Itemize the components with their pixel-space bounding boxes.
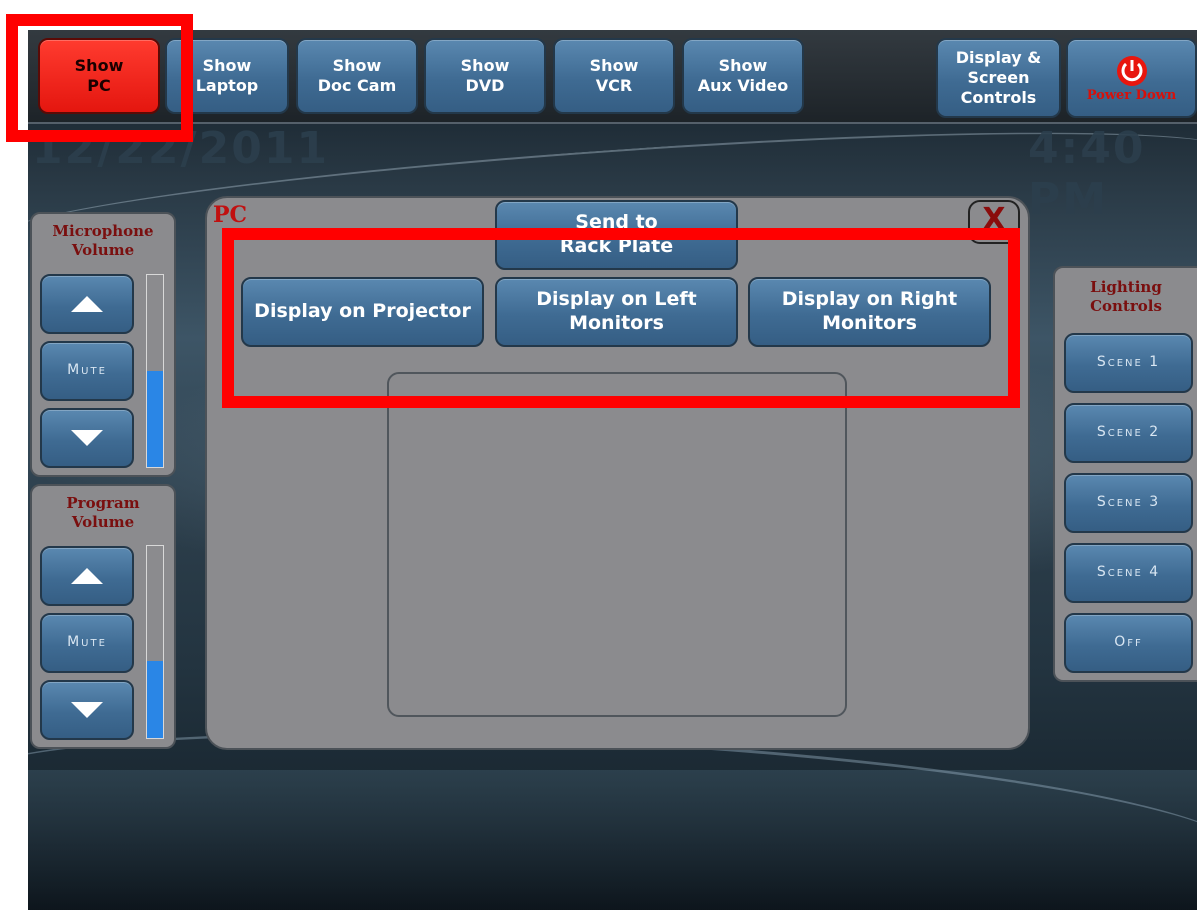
display-screen-controls-button[interactable]: Display & Screen Controls	[936, 38, 1061, 118]
program-level-meter	[146, 545, 164, 739]
power-down-button[interactable]: Power Down	[1066, 38, 1197, 118]
arrow-up-icon	[71, 568, 103, 584]
microphone-level-meter	[146, 274, 164, 468]
program-volume-down-button[interactable]	[40, 680, 134, 740]
highlight-box-show-pc	[6, 14, 193, 142]
arrow-down-icon	[71, 430, 103, 446]
microphone-volume-title: Microphone Volume	[52, 222, 154, 259]
scene-4-button[interactable]: Scene 4	[1064, 543, 1193, 603]
program-mute-button[interactable]: Mute	[40, 613, 134, 673]
lighting-controls-title: Lighting Controls	[1090, 278, 1162, 315]
microphone-level-fill	[147, 371, 163, 467]
power-down-label: Power Down	[1086, 87, 1177, 103]
show-doc-cam-button[interactable]: Show Doc Cam	[296, 38, 418, 114]
program-level-fill	[147, 661, 163, 738]
show-aux-video-button[interactable]: Show Aux Video	[682, 38, 804, 114]
microphone-mute-button[interactable]: Mute	[40, 341, 134, 401]
scene-2-button[interactable]: Scene 2	[1064, 403, 1193, 463]
scene-1-button[interactable]: Scene 1	[1064, 333, 1193, 393]
panel-title: PC	[213, 202, 248, 228]
time-display: 4:40 PM	[1028, 123, 1146, 225]
highlight-box-display-buttons	[222, 228, 1020, 408]
microphone-volume-down-button[interactable]	[40, 408, 134, 468]
power-icon	[1116, 55, 1147, 86]
scene-3-button[interactable]: Scene 3	[1064, 473, 1193, 533]
lights-off-button[interactable]: Off	[1064, 613, 1193, 673]
show-dvd-button[interactable]: Show DVD	[424, 38, 546, 114]
program-volume-title: Program Volume	[66, 494, 140, 531]
arrow-down-icon	[71, 702, 103, 718]
microphone-volume-up-button[interactable]	[40, 274, 134, 334]
arrow-up-icon	[71, 296, 103, 312]
program-volume-up-button[interactable]	[40, 546, 134, 606]
show-vcr-button[interactable]: Show VCR	[553, 38, 675, 114]
video-preview-window	[387, 372, 847, 717]
